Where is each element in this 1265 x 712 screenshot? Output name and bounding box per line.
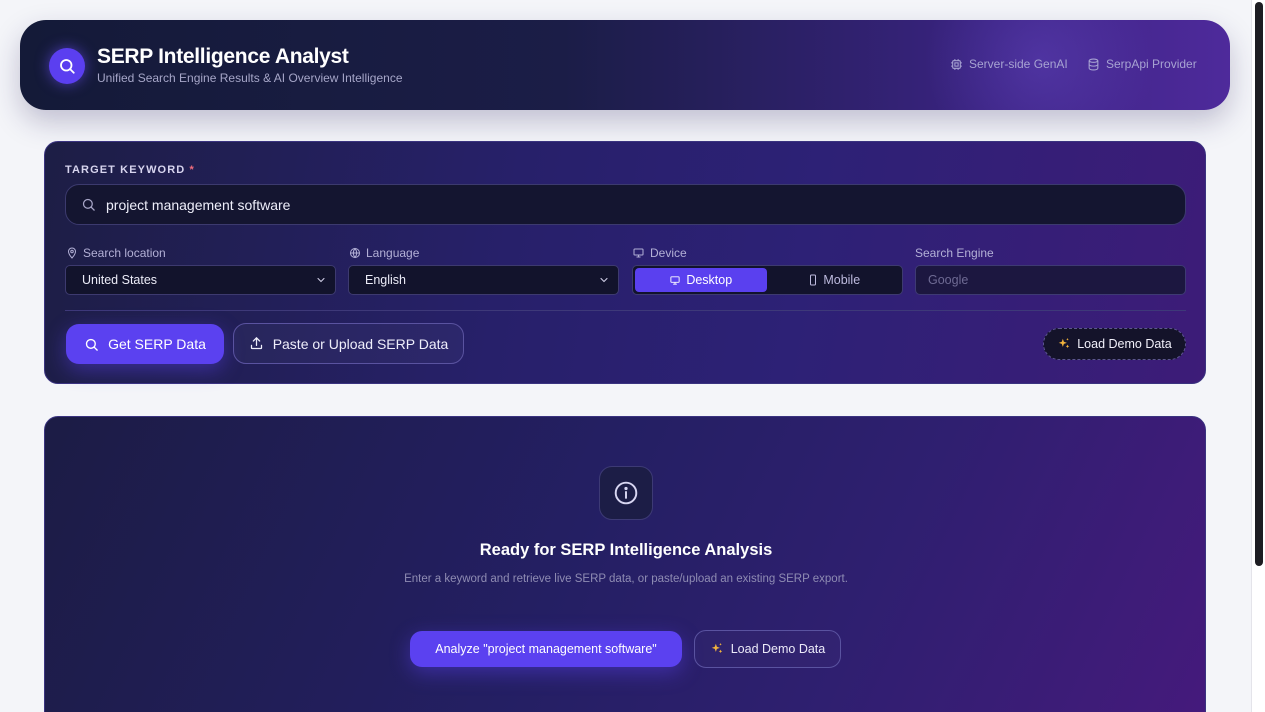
analyze-keyword-button[interactable]: Analyze "project management software" (410, 631, 682, 667)
divider (65, 310, 1186, 311)
load-demo-data-button-secondary[interactable]: Load Demo Data (694, 630, 841, 668)
chip-icon (950, 58, 963, 71)
location-select[interactable]: United States (65, 265, 336, 295)
keyword-label: TARGET KEYWORD * (65, 164, 195, 176)
engine-field: Google (915, 265, 1186, 295)
device-label: Device (632, 246, 687, 260)
keyword-input[interactable]: project management software (65, 184, 1186, 225)
server-genai-badge: Server-side GenAI (950, 57, 1068, 71)
monitor-icon (669, 275, 681, 286)
search-icon (81, 197, 96, 212)
search-panel: TARGET KEYWORD * project management soft… (44, 141, 1206, 384)
empty-state-description: Enter a keyword and retrieve live SERP d… (404, 573, 848, 585)
language-value: English (365, 273, 406, 287)
serpapi-provider-label: SerpApi Provider (1106, 57, 1197, 71)
info-icon (599, 466, 653, 520)
engine-label: Search Engine (915, 246, 994, 260)
device-mobile-button[interactable]: Mobile (769, 268, 901, 292)
load-demo-data-button[interactable]: Load Demo Data (1043, 328, 1186, 360)
location-label: Search location (66, 246, 166, 260)
app-header: SERP Intelligence Analyst Unified Search… (20, 20, 1230, 110)
get-serp-data-button[interactable]: Get SERP Data (66, 324, 224, 364)
chevron-down-icon (598, 274, 610, 286)
scrollbar-thumb[interactable] (1255, 2, 1263, 566)
logo-search-icon (49, 48, 85, 84)
server-genai-label: Server-side GenAI (969, 57, 1068, 71)
device-toggle: Desktop Mobile (632, 265, 903, 295)
app-subtitle: Unified Search Engine Results & AI Overv… (97, 71, 403, 85)
keyword-value: project management software (106, 196, 291, 213)
required-mark: * (189, 164, 195, 176)
app-title: SERP Intelligence Analyst (97, 45, 349, 68)
upload-icon (249, 336, 264, 351)
language-label: Language (349, 246, 419, 260)
search-icon (84, 337, 99, 352)
serpapi-provider-badge: SerpApi Provider (1087, 57, 1197, 71)
sparkles-icon (1057, 337, 1071, 351)
page-scrollbar[interactable] (1251, 0, 1265, 712)
device-desktop-button[interactable]: Desktop (635, 268, 767, 292)
empty-state-title: Ready for SERP Intelligence Analysis (479, 541, 773, 559)
smartphone-icon (808, 274, 818, 286)
monitor-icon (632, 247, 645, 259)
empty-state-panel: Ready for SERP Intelligence Analysis Ent… (44, 416, 1206, 712)
globe-icon (349, 247, 361, 259)
paste-upload-button[interactable]: Paste or Upload SERP Data (233, 323, 464, 364)
sparkles-icon (710, 642, 724, 656)
chevron-down-icon (315, 274, 327, 286)
language-select[interactable]: English (348, 265, 619, 295)
database-icon (1087, 58, 1100, 71)
engine-value: Google (928, 273, 969, 287)
map-pin-icon (66, 247, 78, 259)
location-value: United States (82, 273, 158, 287)
